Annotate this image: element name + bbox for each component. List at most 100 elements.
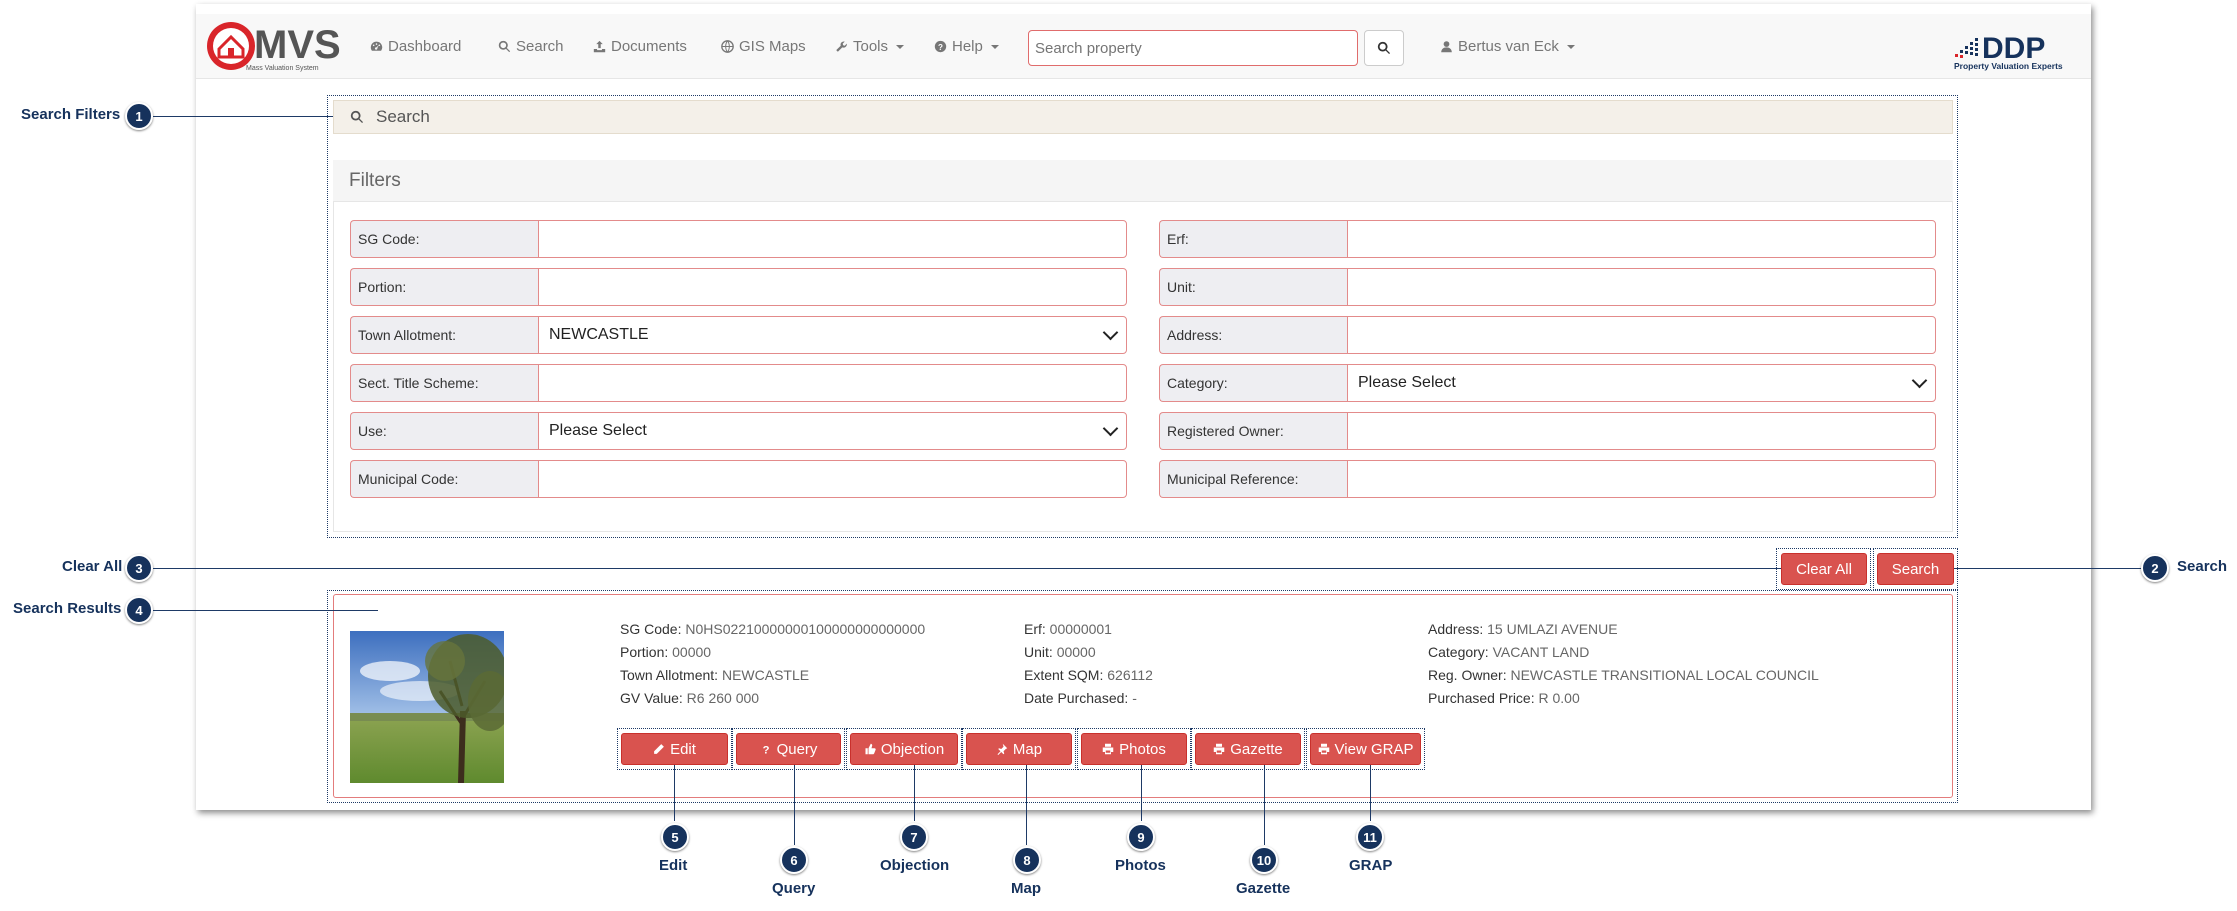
category-select[interactable]: Please Select bbox=[1347, 364, 1936, 402]
category-value: Please Select bbox=[1358, 374, 1456, 391]
photos-button-label: Photos bbox=[1119, 740, 1166, 758]
nav-search[interactable]: Search bbox=[498, 38, 564, 55]
map-button[interactable]: Map bbox=[966, 733, 1072, 765]
nav-search-label: Search bbox=[516, 38, 564, 55]
municipal-code-label: Municipal Code: bbox=[350, 460, 538, 498]
nav-tools[interactable]: Tools bbox=[835, 38, 905, 55]
town-allotment-label: Town Allotment: bbox=[350, 316, 538, 354]
nav-dashboard[interactable]: Dashboard bbox=[370, 38, 461, 55]
municipal-code-input[interactable] bbox=[538, 460, 1127, 498]
question-icon: ? bbox=[762, 745, 769, 756]
objection-button[interactable]: Objection bbox=[850, 733, 958, 765]
sect-title-scheme-input[interactable] bbox=[538, 364, 1127, 402]
result-date-purchased: Date Purchased: - bbox=[1024, 690, 1137, 706]
search-button[interactable]: Search bbox=[1877, 553, 1954, 585]
result-portion: Portion: 00000 bbox=[620, 644, 712, 660]
query-button[interactable]: ? Query bbox=[736, 733, 841, 765]
svg-text:?: ? bbox=[762, 745, 769, 756]
user-menu[interactable]: Bertus van Eck bbox=[1440, 38, 1575, 55]
chevron-down-icon bbox=[990, 44, 999, 49]
chevron-down-icon bbox=[896, 44, 905, 49]
pencil-icon bbox=[654, 744, 664, 754]
result-sg-code: SG Code: N0HS02210000000100000000000000 bbox=[620, 621, 926, 637]
callout-badge-10: 10 bbox=[1250, 846, 1278, 874]
use-select[interactable]: Please Select bbox=[538, 412, 1127, 450]
callout-line-5 bbox=[674, 765, 675, 821]
portion-input[interactable] bbox=[538, 268, 1127, 306]
nav-help-label: Help bbox=[952, 38, 983, 55]
result-unit: Unit: 00000 bbox=[1024, 644, 1096, 660]
sg-code-input[interactable] bbox=[538, 220, 1127, 258]
callout-label-edit: Edit bbox=[659, 857, 688, 874]
callout-line-8 bbox=[1026, 765, 1027, 845]
nav-documents[interactable]: Documents bbox=[593, 38, 687, 55]
registered-owner-field: Registered Owner: bbox=[1159, 412, 1936, 450]
registered-owner-input[interactable] bbox=[1347, 412, 1936, 450]
gazette-button[interactable]: Gazette bbox=[1195, 733, 1301, 765]
registered-owner-label: Registered Owner: bbox=[1159, 412, 1347, 450]
callout-line-4 bbox=[153, 610, 378, 611]
callout-badge-11: 11 bbox=[1356, 823, 1384, 851]
view-grap-button[interactable]: View GRAP bbox=[1310, 733, 1421, 765]
address-input[interactable] bbox=[1347, 316, 1936, 354]
logo-subtitle: Mass Valuation System bbox=[246, 65, 319, 72]
nav-help[interactable]: ? Help bbox=[934, 38, 999, 55]
nav-dashboard-label: Dashboard bbox=[388, 38, 462, 55]
user-icon bbox=[1441, 41, 1452, 53]
callout-badge-6: 6 bbox=[780, 846, 808, 874]
erf-label: Erf: bbox=[1159, 220, 1347, 258]
callout-label-query: Query bbox=[772, 880, 816, 897]
result-column-1: SG Code: N0HS02210000000100000000000000 … bbox=[620, 618, 925, 710]
callout-label-gazette: Gazette bbox=[1236, 880, 1291, 897]
nav-tools-label: Tools bbox=[853, 38, 889, 55]
callout-line-11 bbox=[1370, 765, 1371, 821]
logo-text: MVS bbox=[254, 23, 341, 67]
callout-badge-8: 8 bbox=[1013, 846, 1041, 874]
municipal-code-field: Municipal Code: bbox=[350, 460, 1127, 498]
property-search-input[interactable] bbox=[1028, 30, 1358, 66]
property-search-button[interactable] bbox=[1364, 30, 1404, 66]
use-value: Please Select bbox=[549, 422, 647, 439]
callout-label-grap: GRAP bbox=[1349, 857, 1393, 874]
town-allotment-select[interactable]: NEWCASTLE bbox=[538, 316, 1127, 354]
nav-gis-maps[interactable]: GIS Maps bbox=[721, 38, 806, 55]
chevron-down-icon bbox=[1102, 420, 1119, 437]
unit-input[interactable] bbox=[1347, 268, 1936, 306]
svg-text:?: ? bbox=[938, 43, 943, 52]
municipal-reference-label: Municipal Reference: bbox=[1159, 460, 1347, 498]
search-icon bbox=[498, 40, 511, 53]
address-label: Address: bbox=[1159, 316, 1347, 354]
use-field: Use: Please Select bbox=[350, 412, 1127, 450]
search-section-header[interactable]: Search bbox=[333, 100, 1953, 134]
user-name: Bertus van Eck bbox=[1458, 38, 1559, 55]
municipal-reference-input[interactable] bbox=[1347, 460, 1936, 498]
result-column-2: Erf: 00000001 Unit: 00000 Extent SQM: 62… bbox=[1024, 618, 1153, 710]
print-icon bbox=[1102, 743, 1114, 755]
dashboard-icon bbox=[370, 41, 383, 51]
town-allotment-field: Town Allotment: NEWCASTLE bbox=[350, 316, 1127, 354]
erf-field: Erf: bbox=[1159, 220, 1936, 258]
callout-label-clear-all: Clear All bbox=[62, 558, 123, 575]
callout-label-search-results: Search Results bbox=[13, 600, 122, 617]
address-field: Address: bbox=[1159, 316, 1936, 354]
upload-icon bbox=[593, 40, 606, 53]
mvs-logo: MVS Mass Valuation System bbox=[207, 22, 341, 72]
clear-all-button[interactable]: Clear All bbox=[1781, 553, 1867, 585]
question-icon: ? bbox=[934, 40, 947, 53]
erf-input[interactable] bbox=[1347, 220, 1936, 258]
sg-code-field: SG Code: bbox=[350, 220, 1127, 258]
callout-badge-1: 1 bbox=[125, 102, 153, 130]
callout-line-2 bbox=[1954, 568, 2144, 569]
result-reg-owner: Reg. Owner: NEWCASTLE TRANSITIONAL LOCAL… bbox=[1428, 667, 1819, 683]
chevron-down-icon bbox=[1102, 324, 1119, 341]
photos-button[interactable]: Photos bbox=[1081, 733, 1187, 765]
portion-label: Portion: bbox=[350, 268, 538, 306]
portion-field: Portion: bbox=[350, 268, 1127, 306]
callout-badge-5: 5 bbox=[661, 823, 689, 851]
map-button-label: Map bbox=[1012, 740, 1043, 758]
result-category: Category: VACANT LAND bbox=[1428, 644, 1590, 660]
callout-label-map: Map bbox=[1011, 880, 1041, 897]
result-address: Address: 15 UMLAZI AVENUE bbox=[1428, 621, 1618, 637]
edit-button[interactable]: Edit bbox=[621, 733, 728, 765]
sect-title-scheme-field: Sect. Title Scheme: bbox=[350, 364, 1127, 402]
